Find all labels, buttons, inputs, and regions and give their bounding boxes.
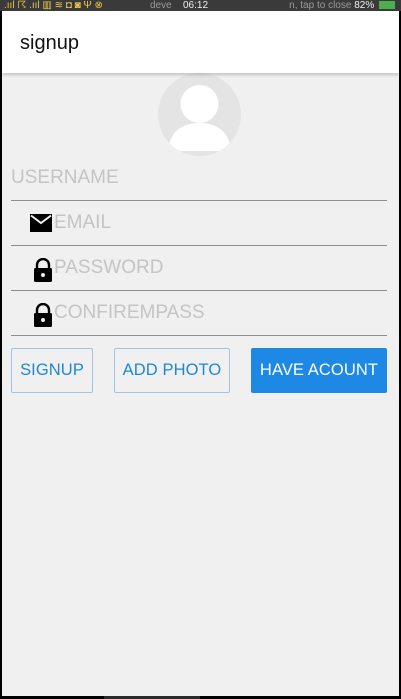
- status-bar: .ııl ☈ .ııl ▥ ≋ ◘ ◙ Ψ ⊗ deve 06:12 n, ta…: [0, 0, 401, 11]
- email-input[interactable]: [54, 201, 387, 245]
- status-notice: deve: [150, 0, 172, 11]
- username-field: [11, 156, 387, 201]
- lock-icon: [34, 258, 52, 282]
- person-placeholder-icon[interactable]: [158, 73, 241, 156]
- have-account-button[interactable]: HAVE ACOUNT: [251, 348, 387, 393]
- email-field: [11, 201, 387, 246]
- page-title: signup: [20, 32, 79, 54]
- password-field: [11, 246, 387, 291]
- status-notice-tail: n, tap to close: [289, 0, 352, 11]
- battery-level: 82%: [354, 0, 375, 11]
- confirm-password-field: [11, 291, 387, 336]
- status-time: 06:12: [183, 0, 209, 11]
- signup-button[interactable]: SIGNUP: [11, 348, 93, 393]
- confirm-password-input[interactable]: [54, 291, 387, 335]
- status-right: n, tap to close 82%: [289, 0, 395, 11]
- status-icons: .ııl ☈ .ııl ▥ ≋ ◘ ◙ Ψ ⊗: [4, 0, 103, 11]
- signup-form: SIGNUP ADD PHOTO HAVE ACOUNT: [2, 73, 399, 696]
- username-input[interactable]: [11, 156, 387, 200]
- mail-icon: [30, 214, 52, 232]
- lock-icon: [34, 303, 52, 327]
- add-photo-button[interactable]: ADD PHOTO: [114, 348, 230, 393]
- battery-icon: [379, 1, 395, 10]
- app-bar: signup: [2, 11, 399, 73]
- password-input[interactable]: [54, 246, 387, 290]
